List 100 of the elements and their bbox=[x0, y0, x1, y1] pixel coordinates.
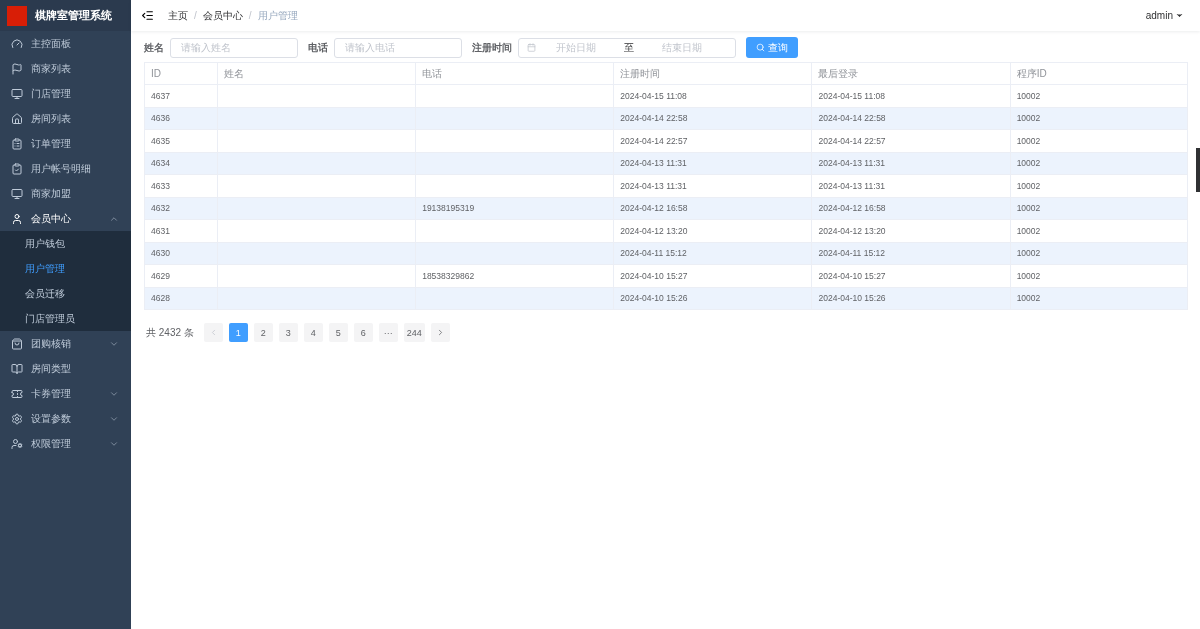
sidebar-subitem[interactable]: 用户钱包 bbox=[0, 231, 131, 256]
column-header: 程序ID bbox=[1010, 62, 1188, 85]
gauge-icon bbox=[11, 37, 23, 50]
table-cell: 4632 bbox=[144, 197, 218, 220]
table-cell: 4636 bbox=[144, 107, 218, 130]
calendar-icon bbox=[527, 43, 536, 52]
column-header: 姓名 bbox=[217, 62, 416, 85]
sidebar-subitem[interactable]: 门店管理员 bbox=[0, 306, 131, 331]
table-cell: 4634 bbox=[144, 152, 218, 175]
book-icon bbox=[11, 362, 23, 375]
table-cell: 2024-04-14 22:57 bbox=[613, 129, 812, 152]
house-icon bbox=[11, 112, 23, 125]
sidebar-item[interactable]: 权限管理 bbox=[0, 431, 131, 456]
table-cell: 10002 bbox=[1010, 287, 1188, 310]
page-button[interactable]: 4 bbox=[303, 323, 323, 342]
table-cell: 2024-04-12 13:20 bbox=[811, 219, 1011, 242]
user-menu[interactable]: admin bbox=[1145, 10, 1184, 21]
table-cell: 2024-04-15 11:08 bbox=[811, 84, 1011, 107]
ticket-icon bbox=[11, 387, 23, 400]
table-cell: 2024-04-13 11:31 bbox=[811, 174, 1011, 197]
table-cell: 4633 bbox=[144, 174, 218, 197]
sidebar-item[interactable]: 团购核销 bbox=[0, 331, 131, 356]
sidebar-item[interactable]: 房间类型 bbox=[0, 356, 131, 381]
search-icon bbox=[756, 43, 765, 52]
table-cell: 2024-04-13 11:31 bbox=[613, 152, 812, 175]
sidebar-item[interactable]: 门店管理 bbox=[0, 81, 131, 106]
menu-icon[interactable] bbox=[141, 9, 154, 22]
table-cell: 4635 bbox=[144, 129, 218, 152]
column-header: 注册时间 bbox=[613, 62, 812, 85]
column-header: 最后登录 bbox=[811, 62, 1011, 85]
next-page-button[interactable] bbox=[430, 323, 450, 342]
table-cell: 10002 bbox=[1010, 84, 1188, 107]
page-button[interactable]: 2 bbox=[253, 323, 273, 342]
table-cell: 2024-04-14 22:57 bbox=[811, 129, 1011, 152]
table-cell: 2024-04-14 22:58 bbox=[811, 107, 1011, 130]
table-cell: 10002 bbox=[1010, 107, 1188, 130]
page-button[interactable]: 244 bbox=[403, 323, 425, 342]
column-header: ID bbox=[144, 62, 218, 85]
table-cell: 2024-04-11 15:12 bbox=[811, 242, 1011, 265]
field-label: 电话 bbox=[308, 40, 328, 55]
table-cell: 4628 bbox=[144, 287, 218, 310]
page-button[interactable]: 5 bbox=[328, 323, 348, 342]
sidebar-item[interactable]: 设置参数 bbox=[0, 406, 131, 431]
breadcrumb-link[interactable]: 主页 bbox=[168, 8, 188, 23]
table-cell: 10002 bbox=[1010, 174, 1188, 197]
table-cell: 2024-04-13 11:31 bbox=[613, 174, 812, 197]
table-cell: 2024-04-10 15:26 bbox=[613, 287, 812, 310]
sidebar-item[interactable]: 房间列表 bbox=[0, 106, 131, 131]
table-cell: 2024-04-10 15:27 bbox=[613, 264, 812, 287]
clipboard-icon bbox=[11, 137, 23, 150]
table-cell: 10002 bbox=[1010, 242, 1188, 265]
breadcrumb-current: 用户管理 bbox=[257, 8, 298, 23]
sidebar-item[interactable]: 主控面板 bbox=[0, 31, 131, 56]
field-label: 姓名 bbox=[144, 40, 164, 55]
flag-icon bbox=[11, 62, 23, 75]
table-cell: 2024-04-10 15:26 bbox=[811, 287, 1011, 310]
table-cell: 18538329862 bbox=[415, 264, 614, 287]
monitor-icon bbox=[11, 187, 23, 200]
table-cell: 2024-04-12 16:58 bbox=[613, 197, 812, 220]
page-button[interactable]: ··· bbox=[378, 323, 398, 342]
table-cell: 2024-04-10 15:27 bbox=[811, 264, 1011, 287]
breadcrumb-link[interactable]: 会员中心 bbox=[202, 8, 243, 23]
table-cell: 2024-04-11 15:12 bbox=[613, 242, 812, 265]
table-cell: 2024-04-14 22:58 bbox=[613, 107, 812, 130]
sidebar-subitem[interactable]: 会员迁移 bbox=[0, 281, 131, 306]
table-cell: 2024-04-13 11:31 bbox=[811, 152, 1011, 175]
page-button[interactable]: 6 bbox=[353, 323, 373, 342]
prev-page-button[interactable] bbox=[203, 323, 223, 342]
page-button[interactable]: 3 bbox=[278, 323, 298, 342]
table-cell: 10002 bbox=[1010, 219, 1188, 242]
column-header: 电话 bbox=[415, 62, 614, 85]
logo-icon bbox=[7, 5, 27, 26]
table-cell: 2024-04-15 11:08 bbox=[613, 84, 812, 107]
app-title: 棋牌室管理系统 bbox=[35, 8, 112, 23]
table-cell: 2024-04-12 13:20 bbox=[613, 219, 812, 242]
bag-icon bbox=[11, 337, 23, 350]
side-tab[interactable] bbox=[1196, 148, 1200, 192]
table-cell: 10002 bbox=[1010, 264, 1188, 287]
sidebar-item[interactable]: 卡券管理 bbox=[0, 381, 131, 406]
user-icon bbox=[11, 437, 23, 450]
sidebar-subitem[interactable]: 用户管理 bbox=[0, 256, 131, 281]
sidebar-item[interactable]: 用户帐号明细 bbox=[0, 156, 131, 181]
table-cell: 10002 bbox=[1010, 197, 1188, 220]
table-cell: 10002 bbox=[1010, 129, 1188, 152]
gear-icon bbox=[11, 412, 23, 425]
clipboard-check-icon bbox=[11, 162, 23, 175]
sidebar-item[interactable]: 商家加盟 bbox=[0, 181, 131, 206]
sidebar-item[interactable]: 订单管理 bbox=[0, 131, 131, 156]
sidebar-item[interactable]: 会员中心 bbox=[0, 206, 131, 231]
caret-icon bbox=[1175, 11, 1184, 20]
table-cell: 19138195319 bbox=[415, 197, 614, 220]
table-cell: 4631 bbox=[144, 219, 218, 242]
breadcrumb-separator: / bbox=[194, 10, 197, 21]
range-separator: 至 bbox=[624, 40, 634, 55]
field-label: 注册时间 bbox=[472, 40, 512, 55]
table-cell: 4629 bbox=[144, 264, 218, 287]
table-cell: 4630 bbox=[144, 242, 218, 265]
table-cell: 4637 bbox=[144, 84, 218, 107]
total-count: 共 2432 条 bbox=[146, 325, 194, 340]
sidebar-item[interactable]: 商家列表 bbox=[0, 56, 131, 81]
